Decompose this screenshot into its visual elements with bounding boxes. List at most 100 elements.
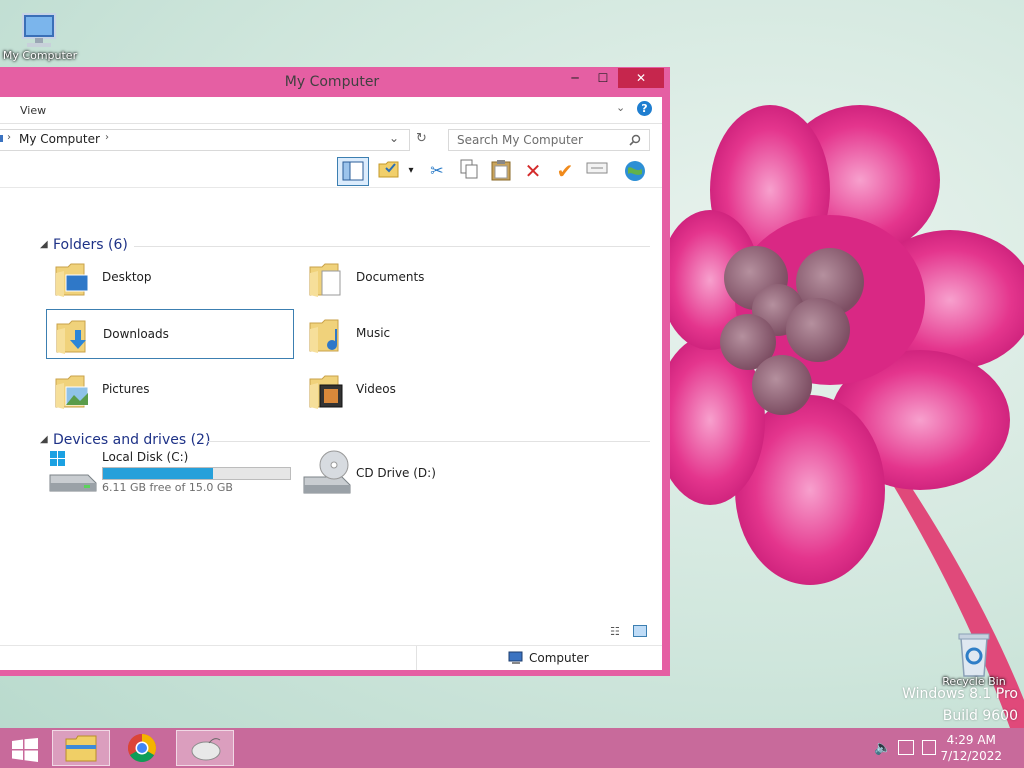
drive-item-cd-drive[interactable]: CD Drive (D:): [300, 449, 548, 499]
refresh-icon[interactable]: ↻: [416, 131, 427, 146]
large-icons-view-icon[interactable]: [633, 625, 647, 637]
group-divider: [134, 246, 650, 247]
collapse-devices-icon[interactable]: ◢: [40, 434, 48, 445]
folder-item-music[interactable]: Music: [300, 309, 548, 359]
status-bar: Computer: [0, 645, 662, 670]
hard-drive-windows-icon: [49, 451, 97, 492]
chevron-down-icon[interactable]: ⌄: [389, 131, 399, 145]
folder-label: Downloads: [103, 327, 169, 341]
action-center-flag-icon[interactable]: [922, 740, 936, 755]
window-titlebar[interactable]: My Computer ─ ☐ ✕: [0, 67, 670, 97]
computer-icon: [22, 13, 56, 47]
properties-check-icon[interactable]: ✔: [552, 159, 578, 183]
mouse-icon: [191, 738, 221, 761]
watermark-build: Build 9600: [942, 708, 1018, 724]
folder-label: Documents: [356, 270, 425, 284]
recycle-bin-icon: [958, 633, 990, 677]
computer-icon: [508, 651, 523, 664]
window-content: View ⌄ ? › My Computer › ⌄ ↻ Search My C…: [0, 97, 662, 670]
disk-free-text: 6.11 GB free of 15.0 GB: [102, 481, 233, 494]
folder-options-button[interactable]: [376, 159, 402, 183]
taskbar-chrome[interactable]: [114, 730, 172, 766]
desktop-icon-label: My Computer: [2, 49, 78, 62]
folder-label: Videos: [356, 382, 396, 396]
disk-usage-bar: [102, 467, 291, 480]
drive-label: Local Disk (C:): [102, 450, 189, 464]
pictures-folder-icon: [55, 375, 89, 409]
help-icon[interactable]: ?: [637, 101, 652, 116]
paste-button[interactable]: [488, 159, 514, 183]
clock-date: 7/12/2022: [940, 749, 1002, 763]
music-folder-icon: [309, 319, 339, 353]
folder-check-icon: [378, 161, 399, 178]
chevron-down-icon[interactable]: ▾: [404, 159, 418, 183]
cd-drive-icon: [303, 450, 351, 494]
documents-folder-icon: [309, 263, 341, 297]
delete-icon[interactable]: ✕: [520, 159, 546, 183]
command-toolbar: ▾ ✂ ✕ ✔: [0, 155, 662, 188]
minimize-button[interactable]: ─: [564, 68, 586, 88]
taskbar-mouse-app[interactable]: [176, 730, 234, 766]
drive-label: CD Drive (D:): [356, 466, 436, 480]
taskbar: 🔈 4:29 AM 7/12/2022: [0, 728, 1024, 768]
rename-icon: [586, 162, 608, 174]
preview-pane-icon: [342, 161, 364, 181]
view-tab[interactable]: View: [20, 104, 46, 117]
folder-item-videos[interactable]: Videos: [300, 365, 548, 415]
file-explorer-icon: [65, 735, 97, 762]
ribbon-expand-icon[interactable]: ⌄: [616, 101, 625, 114]
collapse-folders-icon[interactable]: ◢: [40, 239, 48, 250]
copy-icon: [460, 159, 478, 179]
rename-button[interactable]: [584, 159, 610, 183]
network-globe-button[interactable]: [622, 159, 648, 183]
desktop-icon-recycle-bin[interactable]: Recycle Bin: [934, 630, 1014, 688]
cut-icon[interactable]: ✂: [424, 159, 450, 183]
search-placeholder: Search My Computer: [457, 133, 583, 147]
watermark-edition: Windows 8.1 Pro: [902, 686, 1018, 702]
disk-usage-fill: [103, 468, 214, 479]
os-watermark: Windows 8.1 Pro Build 9600: [902, 683, 1018, 727]
group-divider: [208, 441, 650, 442]
folder-label: Music: [356, 326, 391, 340]
maximize-button[interactable]: ☐: [592, 68, 614, 88]
chevron-right-icon: ›: [7, 132, 11, 143]
group-header-folders[interactable]: Folders (6): [53, 237, 128, 253]
status-divider: [416, 646, 417, 670]
chrome-icon: [128, 734, 156, 762]
address-bar[interactable]: › My Computer › ⌄: [0, 129, 410, 151]
details-view-icon[interactable]: ☷: [610, 625, 620, 638]
address-row: › My Computer › ⌄ ↻ Search My Computer: [0, 127, 662, 155]
drive-item-local-disk[interactable]: Local Disk (C:) 6.11 GB free of 15.0 GB: [46, 449, 300, 499]
network-icon[interactable]: [898, 740, 914, 755]
volume-muted-icon[interactable]: 🔈: [874, 740, 891, 756]
desktop-folder-icon: [55, 263, 89, 297]
group-header-devices[interactable]: Devices and drives (2): [53, 432, 210, 448]
videos-folder-icon: [309, 375, 343, 409]
folder-item-desktop[interactable]: Desktop: [46, 253, 294, 303]
start-button[interactable]: [0, 730, 48, 766]
system-clock[interactable]: 4:29 AM 7/12/2022: [940, 732, 1002, 764]
globe-icon: [625, 161, 645, 181]
folder-item-documents[interactable]: Documents: [300, 253, 548, 303]
clock-time: 4:29 AM: [946, 733, 996, 747]
desktop-icon-my-computer[interactable]: My Computer: [0, 10, 80, 62]
close-button[interactable]: ✕: [618, 68, 664, 88]
windows-logo-icon: [12, 738, 38, 762]
preview-pane-button[interactable]: [337, 157, 369, 186]
folder-item-downloads[interactable]: Downloads: [46, 309, 294, 359]
chevron-right-icon[interactable]: ›: [105, 132, 109, 143]
folder-item-pictures[interactable]: Pictures: [46, 365, 294, 415]
computer-icon: [0, 135, 3, 142]
folder-label: Pictures: [102, 382, 150, 396]
breadcrumb-my-computer[interactable]: My Computer: [19, 132, 100, 146]
downloads-folder-icon: [56, 320, 86, 354]
folder-label: Desktop: [102, 270, 152, 284]
taskbar-file-explorer[interactable]: [52, 730, 110, 766]
status-location: Computer: [529, 651, 589, 665]
search-input[interactable]: Search My Computer: [448, 129, 650, 151]
paste-icon: [491, 160, 511, 181]
search-icon: [629, 134, 641, 146]
copy-button[interactable]: [456, 159, 482, 183]
ribbon: View ⌄ ?: [0, 97, 662, 124]
explorer-window: My Computer ─ ☐ ✕ View ⌄ ? › My Computer…: [0, 67, 670, 676]
